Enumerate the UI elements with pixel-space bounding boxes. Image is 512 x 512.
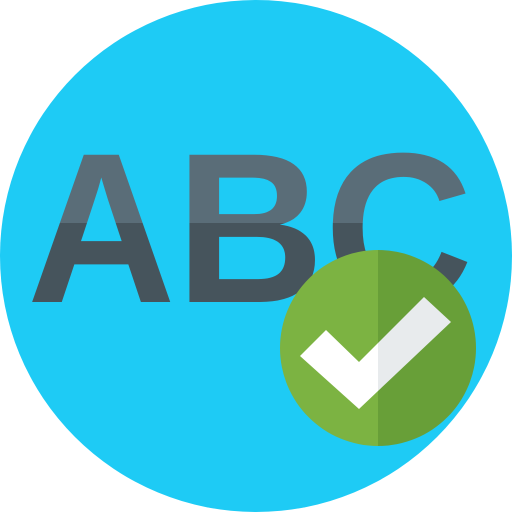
spellcheck-icon-canvas: ABC ABC xyxy=(0,0,512,512)
spellcheck-icon: ABC ABC xyxy=(0,0,512,512)
check-badge xyxy=(280,250,476,446)
